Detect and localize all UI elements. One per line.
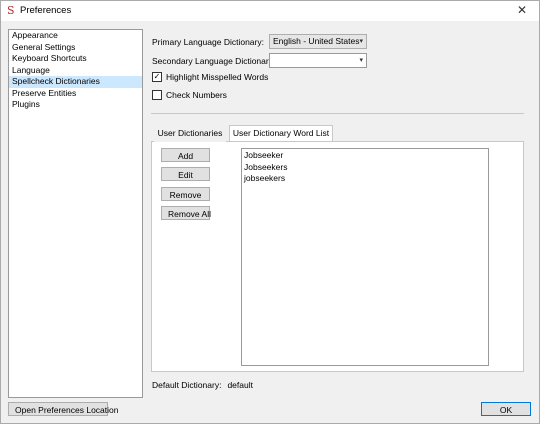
window-title: Preferences xyxy=(20,5,72,16)
tab-user-dictionary-word-list[interactable]: User Dictionary Word List xyxy=(229,125,333,141)
open-preferences-location-button[interactable]: Open Preferences Location xyxy=(8,402,118,416)
tab-user-dictionaries[interactable]: User Dictionaries xyxy=(154,126,226,142)
check-numbers-checkbox[interactable] xyxy=(152,90,162,100)
list-item[interactable]: Jobseekers xyxy=(244,162,486,174)
remove-all-words-button[interactable]: Remove All xyxy=(161,206,211,220)
primary-dictionary-label: Primary Language Dictionary: xyxy=(152,37,264,47)
list-item[interactable]: jobseekers xyxy=(244,173,486,185)
secondary-dictionary-dropdown[interactable]: ▾ xyxy=(269,53,367,68)
list-item[interactable]: Jobseeker xyxy=(244,150,486,162)
chevron-down-icon: ▾ xyxy=(359,38,363,45)
nav-item-general-settings[interactable]: General Settings xyxy=(9,42,142,54)
check-numbers-label: Check Numbers xyxy=(166,90,227,100)
highlight-misspelled-label: Highlight Misspelled Words xyxy=(166,72,269,82)
chevron-down-icon: ▾ xyxy=(359,57,363,64)
add-word-button[interactable]: Add xyxy=(161,148,210,162)
close-icon[interactable]: ✕ xyxy=(515,3,529,18)
default-dictionary-label: Default Dictionary: xyxy=(152,380,222,390)
check-numbers-checkbox-row[interactable]: Check Numbers xyxy=(152,90,252,102)
preferences-window: S Preferences ✕ Appearance General Setti… xyxy=(0,0,540,424)
secondary-dictionary-label: Secondary Language Dictionary: xyxy=(152,56,276,66)
app-logo-icon: S xyxy=(7,4,15,17)
primary-dictionary-dropdown[interactable]: English - United States ▾ xyxy=(269,34,367,49)
nav-item-plugins[interactable]: Plugins xyxy=(9,99,142,111)
primary-dictionary-value: English - United States xyxy=(273,36,360,46)
user-word-list[interactable]: Jobseeker Jobseekers jobseekers xyxy=(241,148,489,366)
nav-item-preserve-entities[interactable]: Preserve Entities xyxy=(9,88,142,100)
nav-item-spellcheck-dictionaries[interactable]: Spellcheck Dictionaries xyxy=(9,76,142,88)
nav-item-language[interactable]: Language xyxy=(9,65,142,77)
title-bar: S Preferences ✕ xyxy=(1,1,539,21)
section-divider xyxy=(151,113,524,114)
preferences-category-list: Appearance General Settings Keyboard Sho… xyxy=(8,29,143,398)
edit-word-button[interactable]: Edit xyxy=(161,167,210,181)
highlight-misspelled-checkbox[interactable]: ✓ xyxy=(152,72,162,82)
default-dictionary-info: Default Dictionary: default xyxy=(152,380,253,390)
remove-word-button[interactable]: Remove xyxy=(161,187,210,201)
nav-item-keyboard-shortcuts[interactable]: Keyboard Shortcuts xyxy=(9,53,142,65)
default-dictionary-value: default xyxy=(227,380,253,390)
ok-button[interactable]: OK xyxy=(481,402,531,416)
nav-item-appearance[interactable]: Appearance xyxy=(9,30,142,42)
highlight-misspelled-checkbox-row[interactable]: ✓ Highlight Misspelled Words xyxy=(152,72,292,84)
